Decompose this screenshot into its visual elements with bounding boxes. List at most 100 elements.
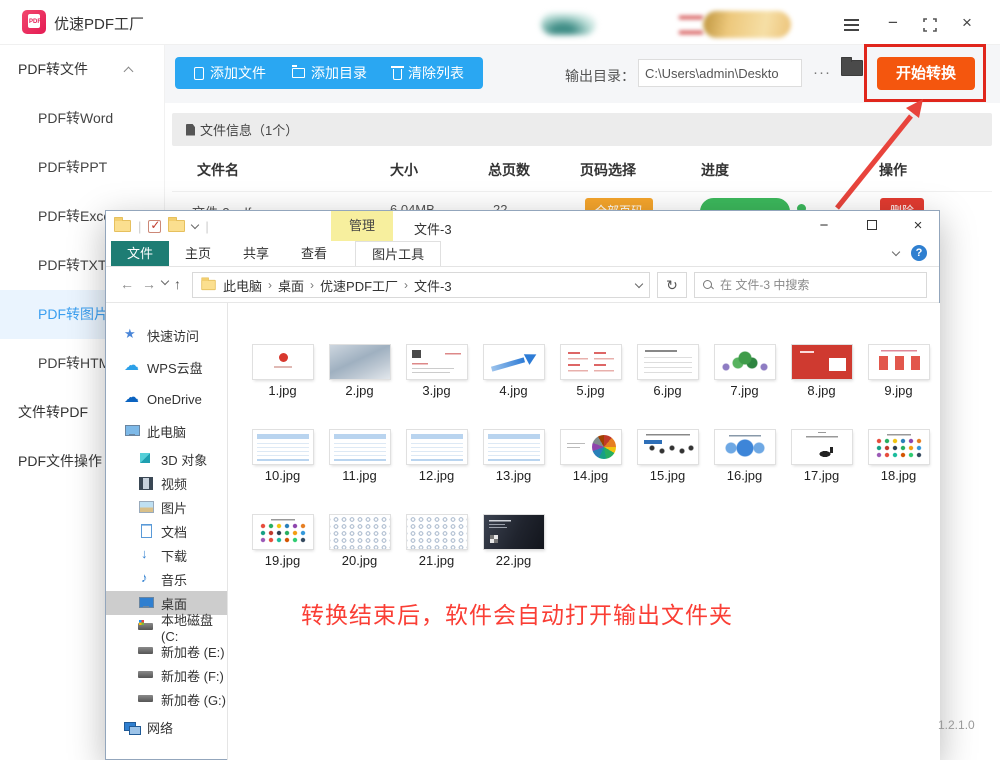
back-arrow-icon[interactable]: ← bbox=[120, 276, 134, 292]
history-chevron-icon[interactable] bbox=[160, 276, 170, 286]
redacted-vip-pill[interactable] bbox=[703, 11, 791, 38]
file-item[interactable]: 7.jpg bbox=[706, 345, 783, 398]
fullscreen-icon[interactable] bbox=[919, 12, 941, 34]
chevron-down-icon[interactable] bbox=[191, 220, 200, 229]
forward-arrow-icon[interactable]: → bbox=[142, 276, 156, 292]
file-item[interactable]: 18.jpg bbox=[860, 430, 937, 483]
film-icon bbox=[138, 476, 154, 490]
annotation-arrow bbox=[835, 99, 923, 210]
tab-图片工具[interactable]: 图片工具 bbox=[355, 241, 442, 266]
tab-主页[interactable]: 主页 bbox=[169, 241, 227, 266]
search-box[interactable] bbox=[694, 272, 927, 298]
explorer-nav-item[interactable]: 文档 bbox=[106, 519, 227, 543]
add-folder-label: 添加目录 bbox=[311, 65, 367, 81]
file-item[interactable]: 19.jpg bbox=[244, 515, 321, 568]
file-item[interactable]: 10.jpg bbox=[244, 430, 321, 483]
browse-more-button[interactable]: ··· bbox=[810, 59, 834, 87]
explorer-minimize-icon[interactable]: − bbox=[809, 215, 839, 237]
breadcrumb-separator: › bbox=[268, 278, 273, 292]
minimize-icon[interactable]: − bbox=[882, 12, 904, 34]
explorer-nav-item[interactable]: 新加卷 (F:) bbox=[106, 663, 227, 687]
music-icon bbox=[138, 570, 154, 586]
explorer-nav-item[interactable]: 本地磁盘 (C: bbox=[106, 613, 227, 644]
clear-list-button[interactable]: 清除列表 bbox=[380, 57, 477, 89]
explorer-nav-item[interactable]: 音乐 bbox=[106, 567, 227, 591]
help-icon[interactable]: ? bbox=[911, 245, 927, 261]
file-item[interactable]: 21.jpg bbox=[398, 515, 475, 568]
address-box[interactable]: 此电脑 › 桌面 › 优速PDF工厂 › 文件-3 bbox=[192, 272, 650, 298]
file-name: 2.jpg bbox=[345, 383, 374, 398]
file-thumbnail bbox=[560, 345, 621, 379]
explorer-close-icon[interactable]: × bbox=[903, 215, 933, 237]
redacted-badge bbox=[679, 16, 703, 34]
explorer-nav-item[interactable]: 图片 bbox=[106, 495, 227, 519]
breadcrumb-item[interactable]: 桌面 bbox=[278, 276, 304, 295]
sidebar-item[interactable]: PDF转PPT bbox=[0, 143, 164, 192]
up-arrow-icon[interactable]: ↑ bbox=[174, 276, 181, 292]
file-icon bbox=[194, 66, 204, 80]
explorer-nav-item[interactable]: WPS云盘 bbox=[106, 351, 227, 383]
output-dir-input[interactable] bbox=[638, 59, 802, 87]
file-item[interactable]: 9.jpg bbox=[860, 345, 937, 398]
file-item[interactable]: 3.jpg bbox=[398, 345, 475, 398]
explorer-nav-item[interactable]: OneDrive bbox=[106, 383, 227, 415]
file-item[interactable]: 11.jpg bbox=[321, 430, 398, 483]
file-item[interactable]: 5.jpg bbox=[552, 345, 629, 398]
file-item[interactable]: 14.jpg bbox=[552, 430, 629, 483]
explorer-nav-item[interactable]: 新加卷 (E:) bbox=[106, 639, 227, 663]
address-chevron-icon[interactable] bbox=[634, 279, 644, 288]
file-item[interactable]: 1.jpg bbox=[244, 345, 321, 398]
tab-文件[interactable]: 文件 bbox=[111, 241, 170, 266]
explorer-nav-item[interactable]: 快速访问 bbox=[106, 319, 227, 351]
file-item[interactable]: 15.jpg bbox=[629, 430, 706, 483]
file-item[interactable]: 17.jpg bbox=[783, 430, 860, 483]
file-item[interactable]: 13.jpg bbox=[475, 430, 552, 483]
file-item[interactable]: 16.jpg bbox=[706, 430, 783, 483]
pc-icon bbox=[124, 424, 140, 438]
file-info-label: 文件信息（1个） bbox=[200, 123, 299, 138]
manage-contextual-tab[interactable]: 管理 bbox=[331, 211, 393, 241]
file-item[interactable]: 22.jpg bbox=[475, 515, 552, 568]
file-item[interactable]: 4.jpg bbox=[475, 345, 552, 398]
file-thumbnail bbox=[329, 430, 390, 464]
breadcrumb-item[interactable]: 文件-3 bbox=[414, 276, 452, 295]
checkmark-icon[interactable] bbox=[148, 218, 162, 233]
file-item[interactable]: 2.jpg bbox=[321, 345, 398, 398]
folder-icon[interactable] bbox=[168, 217, 186, 232]
menu-icon[interactable] bbox=[840, 12, 862, 34]
explorer-maximize-icon[interactable] bbox=[857, 215, 887, 237]
file-item[interactable]: 6.jpg bbox=[629, 345, 706, 398]
file-name: 11.jpg bbox=[342, 468, 377, 483]
breadcrumb-item[interactable]: 优速PDF工厂 bbox=[320, 276, 398, 295]
file-item[interactable]: 8.jpg bbox=[783, 345, 860, 398]
refresh-button[interactable]: ↻ bbox=[657, 272, 687, 298]
nav-item-label: 网络 bbox=[147, 720, 174, 736]
file-item[interactable]: 12.jpg bbox=[398, 430, 475, 483]
sidebar-item[interactable]: PDF转Word bbox=[0, 94, 164, 143]
address-bar: ← → ↑ 此电脑 › 桌面 › 优速PDF工厂 › 文件-3 ↻ bbox=[106, 267, 939, 303]
explorer-nav-item[interactable]: 下载 bbox=[106, 543, 227, 567]
add-file-button[interactable]: 添加文件 bbox=[181, 57, 279, 89]
file-item[interactable]: 20.jpg bbox=[321, 515, 398, 568]
explorer-nav-item[interactable]: 3D 对象 bbox=[106, 447, 227, 471]
folder-icon bbox=[292, 65, 305, 78]
close-icon[interactable]: × bbox=[956, 12, 978, 34]
ribbon-collapse-chevron-icon[interactable] bbox=[891, 247, 901, 256]
disk-icon bbox=[138, 668, 154, 682]
add-folder-button[interactable]: 添加目录 bbox=[279, 57, 380, 89]
sidebar-group-pdf-to-file[interactable]: PDF转文件 bbox=[0, 45, 164, 94]
explorer-nav-item[interactable]: 此电脑 bbox=[106, 415, 227, 447]
file-name: 17.jpg bbox=[803, 468, 840, 483]
tab-共享[interactable]: 共享 bbox=[227, 241, 285, 266]
nav-item-label: 3D 对象 bbox=[161, 452, 208, 468]
breadcrumb-item[interactable]: 此电脑 bbox=[223, 276, 262, 295]
explorer-nav-item[interactable]: 新加卷 (G:) bbox=[106, 687, 227, 711]
explorer-nav-item[interactable]: 视频 bbox=[106, 471, 227, 495]
file-name: 14.jpg bbox=[572, 468, 609, 483]
explorer-window-title: 文件-3 bbox=[414, 222, 452, 237]
explorer-nav-item[interactable]: 网络 bbox=[106, 711, 227, 743]
tab-查看[interactable]: 查看 bbox=[285, 241, 343, 266]
column-header: 文件名 bbox=[197, 162, 239, 178]
open-output-folder-icon[interactable] bbox=[841, 57, 863, 76]
search-input[interactable] bbox=[720, 278, 900, 292]
